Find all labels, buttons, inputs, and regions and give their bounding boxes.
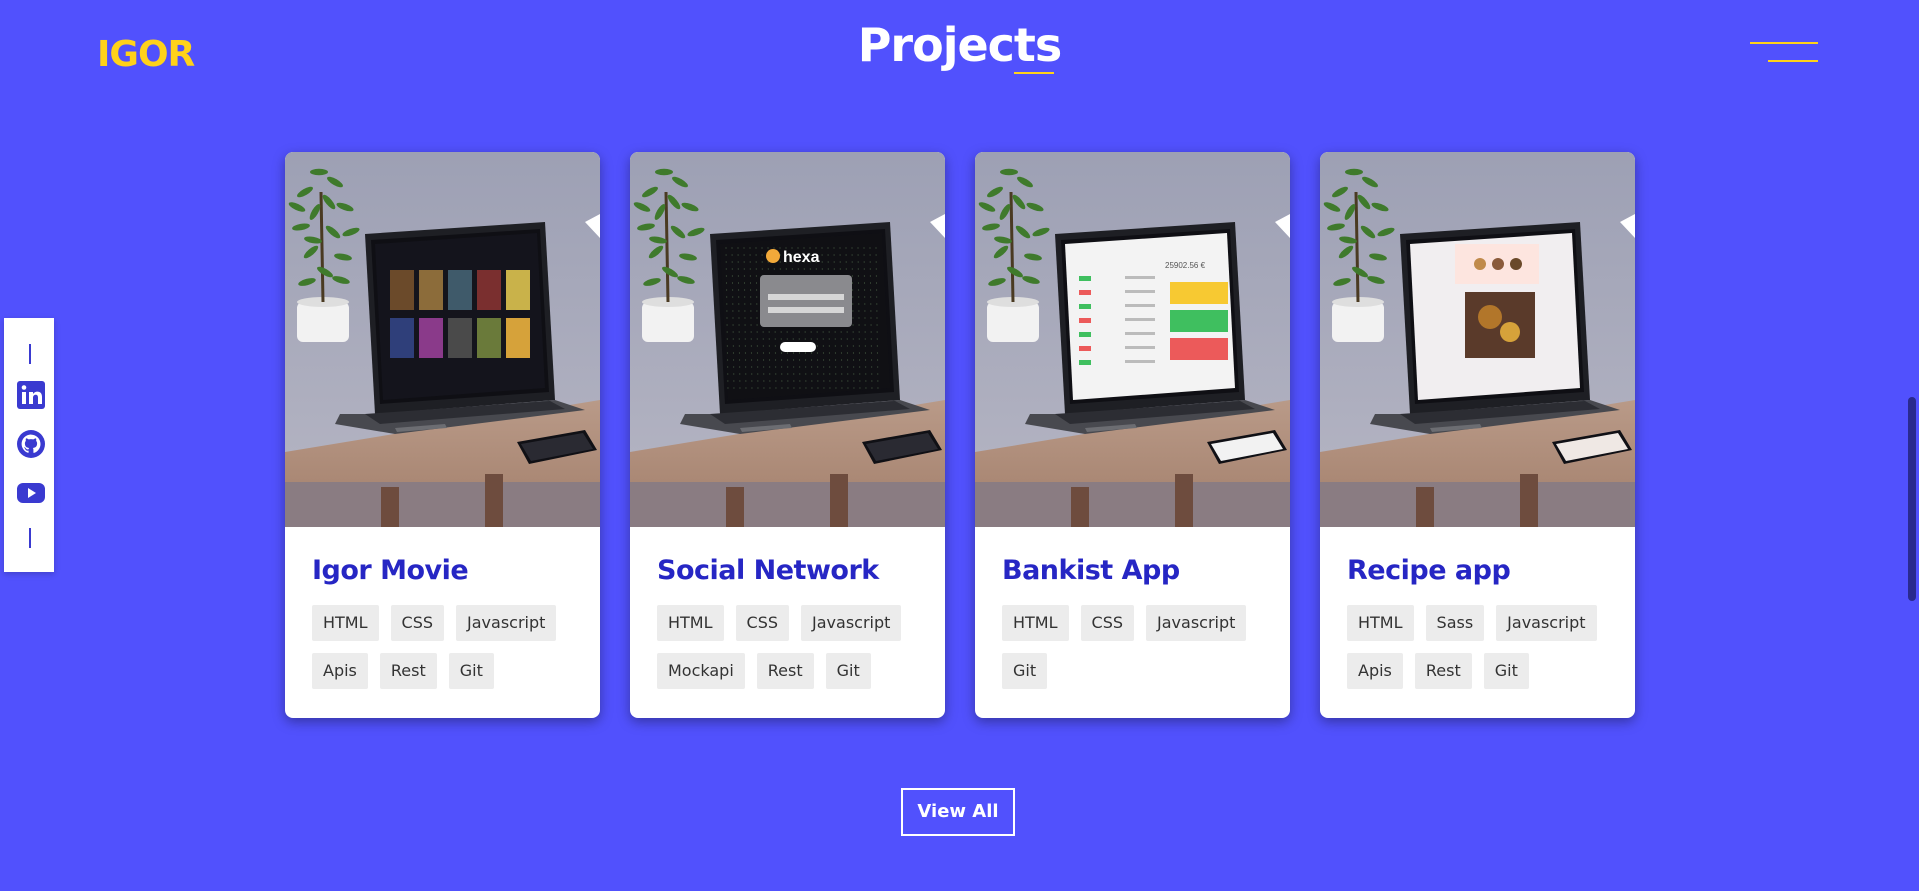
floor bbox=[975, 482, 1290, 527]
tech-tag: HTML bbox=[657, 605, 724, 641]
tech-tag: Apis bbox=[1347, 653, 1403, 689]
tag-list: HTML CSS Javascript Git bbox=[1002, 605, 1272, 689]
desk-leg bbox=[381, 487, 399, 527]
tech-tag: Git bbox=[825, 653, 871, 689]
laptop-mockup-illustration: hexa bbox=[630, 152, 945, 527]
project-image: 25902.56 € bbox=[975, 152, 1290, 527]
divider bbox=[29, 344, 31, 364]
project-card[interactable]: Recipe app HTML Sass Javascript Apis Res… bbox=[1320, 152, 1635, 718]
laptop-screen: hexa bbox=[720, 233, 890, 400]
portfolio-projects-page: IGOR Projects Igor Movie HTML CSS Javasc… bbox=[0, 0, 1919, 891]
project-title: Social Network bbox=[657, 555, 879, 586]
youtube-icon[interactable] bbox=[16, 478, 46, 508]
linkedin-icon[interactable] bbox=[16, 380, 46, 410]
tech-tag: Javascript bbox=[1146, 605, 1247, 641]
tech-tag: Git bbox=[1002, 653, 1048, 689]
tech-tag: CSS bbox=[1080, 605, 1135, 641]
tech-tag: CSS bbox=[735, 605, 790, 641]
tech-tag: Rest bbox=[1414, 653, 1472, 689]
tech-tag: Rest bbox=[756, 653, 814, 689]
social-links-sidebar bbox=[4, 318, 54, 572]
tech-tag: Git bbox=[1483, 653, 1529, 689]
project-title: Igor Movie bbox=[312, 555, 469, 586]
tech-tag: HTML bbox=[1347, 605, 1414, 641]
laptop-mockup-illustration bbox=[285, 152, 600, 527]
project-title: Recipe app bbox=[1347, 555, 1511, 586]
laptop-screen bbox=[375, 233, 545, 400]
floor bbox=[285, 482, 600, 527]
laptop-mockup-illustration: 25902.56 € bbox=[975, 152, 1290, 527]
desk-leg bbox=[1175, 474, 1193, 527]
floor bbox=[1320, 482, 1635, 527]
hamburger-menu-icon[interactable] bbox=[1750, 42, 1818, 64]
screen-logo-text: hexa bbox=[783, 249, 820, 266]
tag-list: HTML Sass Javascript Apis Rest Git bbox=[1347, 605, 1617, 689]
tech-tag: Sass bbox=[1425, 605, 1485, 641]
desk-leg bbox=[726, 487, 744, 527]
tech-tag: Mockapi bbox=[657, 653, 745, 689]
tech-tag: Apis bbox=[312, 653, 368, 689]
project-title: Bankist App bbox=[1002, 555, 1180, 586]
tag-list: HTML CSS Javascript Apis Rest Git bbox=[312, 605, 582, 689]
project-image bbox=[1320, 152, 1635, 527]
view-all-button[interactable]: View All bbox=[901, 788, 1015, 836]
tech-tag: Javascript bbox=[1496, 605, 1597, 641]
laptop-mockup-illustration bbox=[1320, 152, 1635, 527]
project-image bbox=[285, 152, 600, 527]
tech-tag: Javascript bbox=[456, 605, 557, 641]
tech-tag: CSS bbox=[390, 605, 445, 641]
tag-list: HTML CSS Javascript Mockapi Rest Git bbox=[657, 605, 927, 689]
desk-leg bbox=[485, 474, 503, 527]
title-underline bbox=[1014, 72, 1054, 74]
menu-bar bbox=[1750, 42, 1818, 44]
project-card[interactable]: 25902.56 € Bankist App HTML CSS Javascri… bbox=[975, 152, 1290, 718]
desk-leg bbox=[1071, 487, 1089, 527]
desk-leg bbox=[830, 474, 848, 527]
project-card[interactable]: hexa Social Network HTML CSS Javascript … bbox=[630, 152, 945, 718]
floor bbox=[630, 482, 945, 527]
laptop-screen: 25902.56 € bbox=[1065, 233, 1235, 400]
tech-tag: HTML bbox=[1002, 605, 1069, 641]
laptop-screen bbox=[1410, 233, 1580, 400]
divider bbox=[29, 528, 31, 548]
desk-leg bbox=[1520, 474, 1538, 527]
project-card[interactable]: Igor Movie HTML CSS Javascript Apis Rest… bbox=[285, 152, 600, 718]
tech-tag: HTML bbox=[312, 605, 379, 641]
desk-leg bbox=[1416, 487, 1434, 527]
scrollbar-thumb[interactable] bbox=[1908, 397, 1916, 601]
tech-tag: Javascript bbox=[801, 605, 902, 641]
page-title: Projects bbox=[857, 18, 1063, 72]
project-image: hexa bbox=[630, 152, 945, 527]
menu-bar bbox=[1768, 60, 1818, 62]
tech-tag: Rest bbox=[379, 653, 437, 689]
tech-tag: Git bbox=[448, 653, 494, 689]
github-icon[interactable] bbox=[16, 429, 46, 459]
screen-balance-text: 25902.56 € bbox=[1165, 261, 1206, 270]
